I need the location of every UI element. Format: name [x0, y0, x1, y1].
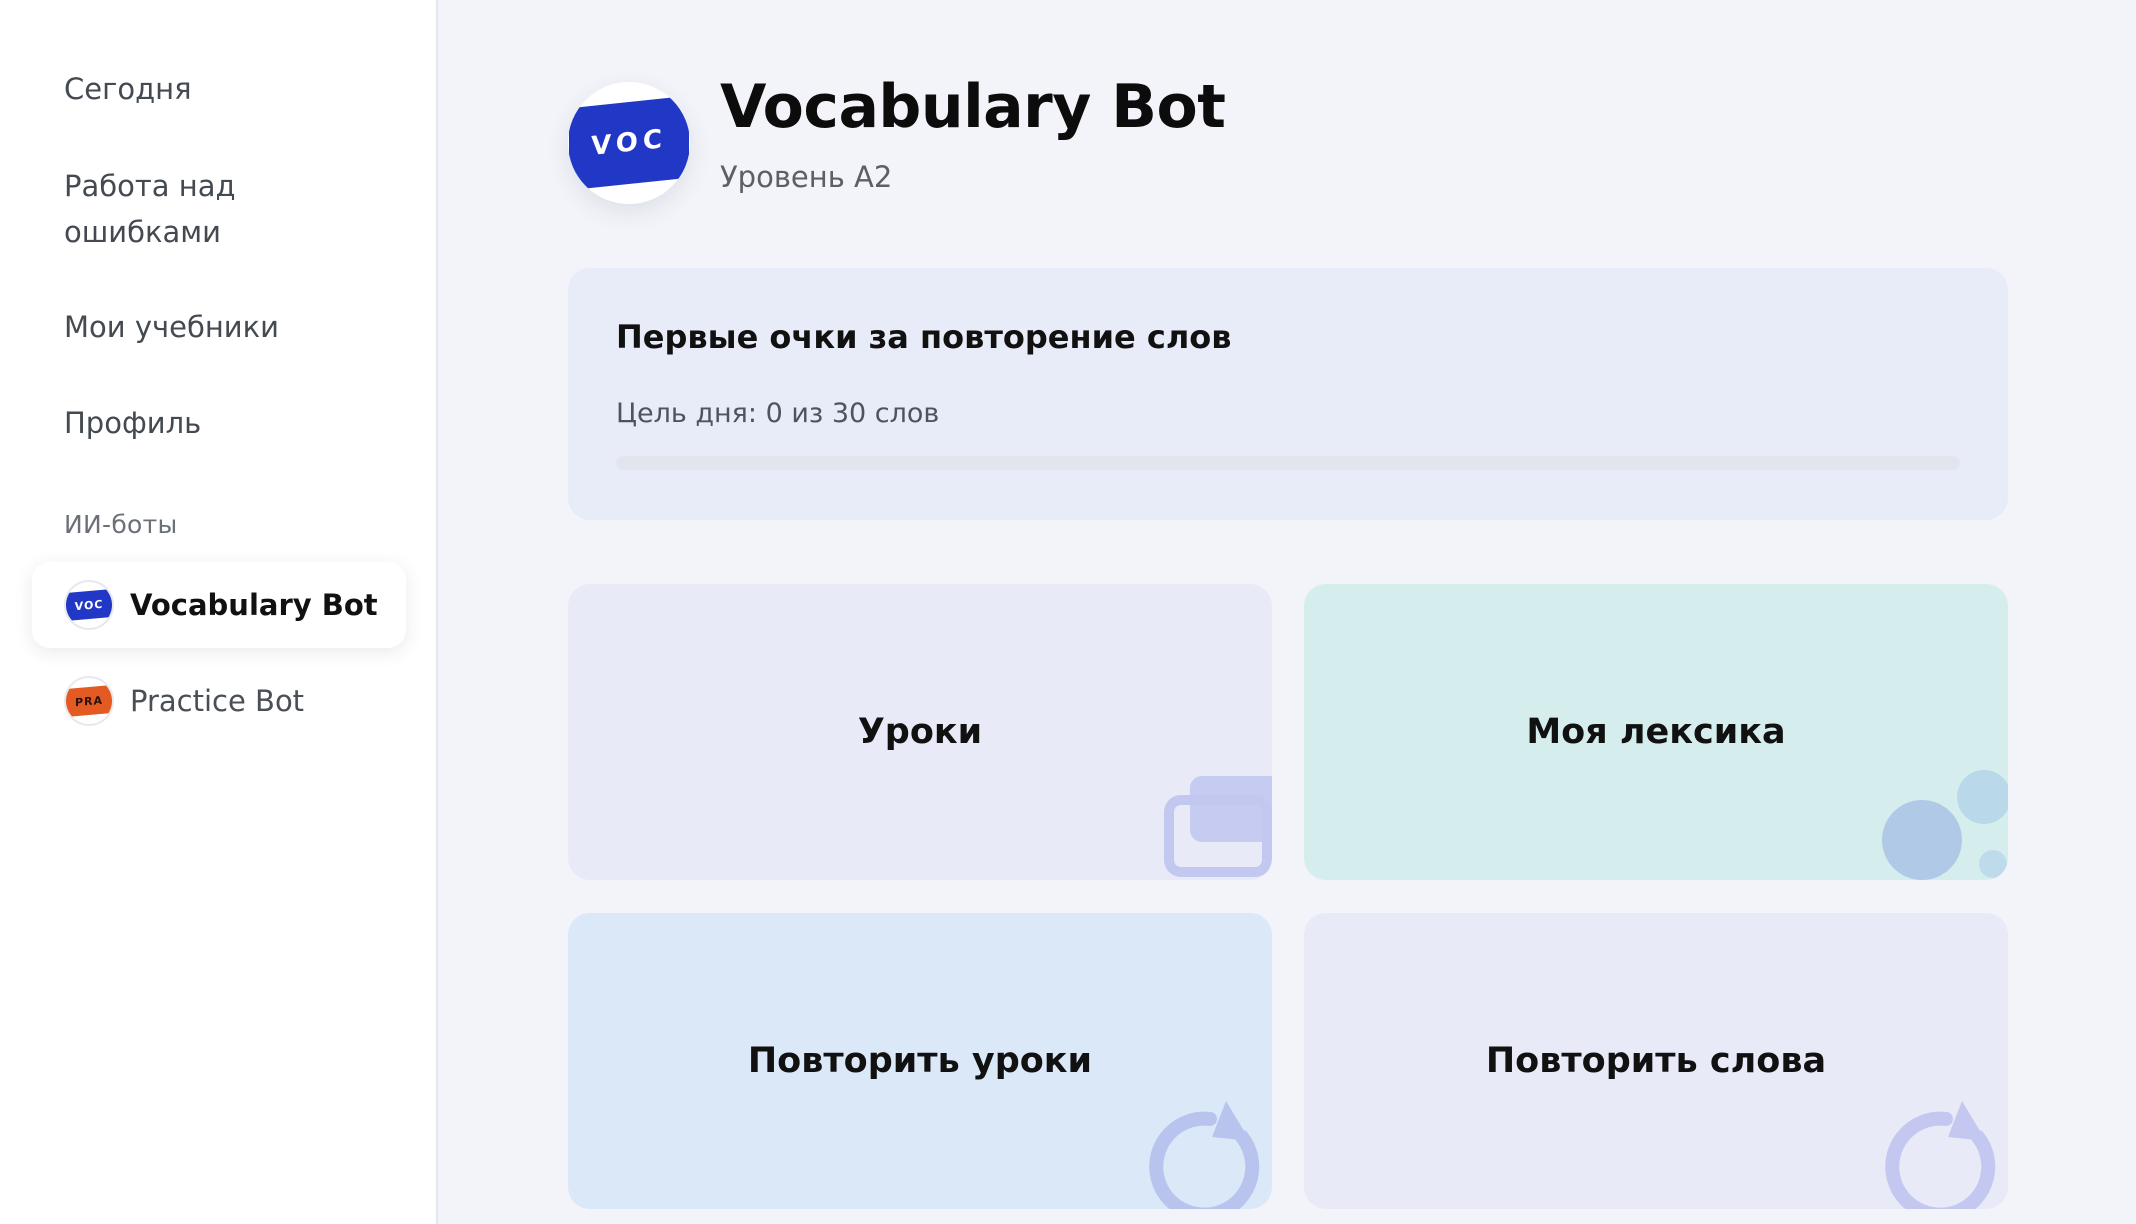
refresh-icon — [1149, 1101, 1260, 1209]
daily-goal-card: Первые очки за повторение слов Цель дня:… — [568, 268, 2008, 520]
daily-goal-progress-bar — [616, 456, 1960, 470]
sidebar-item-textbooks[interactable]: Мои учебники — [64, 304, 279, 350]
sidebar-item-label: Vocabulary Bot — [130, 588, 378, 622]
sidebar-item-today[interactable]: Сегодня — [64, 66, 192, 112]
my-vocabulary-tile[interactable]: Моя лексика — [1304, 584, 2008, 880]
daily-goal-text: Цель дня: 0 из 30 слов — [616, 398, 940, 429]
cards-icon — [1164, 776, 1272, 877]
sidebar-item-practice-bot[interactable]: PRA Practice Bot — [32, 658, 406, 744]
lessons-tile-label: Уроки — [857, 712, 983, 752]
bot-logo-text: VOC — [569, 95, 689, 191]
refresh-icon — [1885, 1101, 1996, 1209]
lessons-tile[interactable]: Уроки — [568, 584, 1272, 880]
sidebar-item-mistakes[interactable]: Работа над ошибками — [64, 163, 294, 255]
review-lessons-tile[interactable]: Повторить уроки — [568, 913, 1272, 1209]
bubbles-icon — [1882, 770, 2008, 880]
main-content: VOC Vocabulary Bot Уровень A2 Первые очк… — [438, 0, 2136, 1224]
sidebar-item-profile[interactable]: Профиль — [64, 400, 201, 446]
sidebar-item-label: Practice Bot — [130, 684, 305, 718]
page-title: Vocabulary Bot — [720, 72, 1226, 142]
daily-goal-title: Первые очки за повторение слов — [616, 318, 1232, 356]
app-root: Сегодня Работа над ошибками Мои учебники… — [0, 0, 2136, 1224]
level-subtitle: Уровень A2 — [720, 160, 893, 194]
vocabulary-bot-avatar-text: VOC — [66, 588, 112, 622]
vocabulary-bot-avatar-icon: VOC — [64, 580, 114, 630]
practice-bot-avatar-text: PRA — [66, 684, 112, 718]
review-words-tile[interactable]: Повторить слова — [1304, 913, 2008, 1209]
my-vocabulary-tile-label: Моя лексика — [1526, 712, 1786, 752]
sidebar: Сегодня Работа над ошибками Мои учебники… — [0, 0, 438, 1224]
sidebar-item-vocabulary-bot[interactable]: VOC Vocabulary Bot — [32, 562, 406, 648]
section-label-ai-bots: ИИ-боты — [64, 510, 178, 539]
bot-logo: VOC — [568, 82, 690, 204]
review-lessons-tile-label: Повторить уроки — [747, 1041, 1093, 1081]
practice-bot-avatar-icon: PRA — [64, 676, 114, 726]
review-words-tile-label: Повторить слова — [1485, 1041, 1827, 1081]
